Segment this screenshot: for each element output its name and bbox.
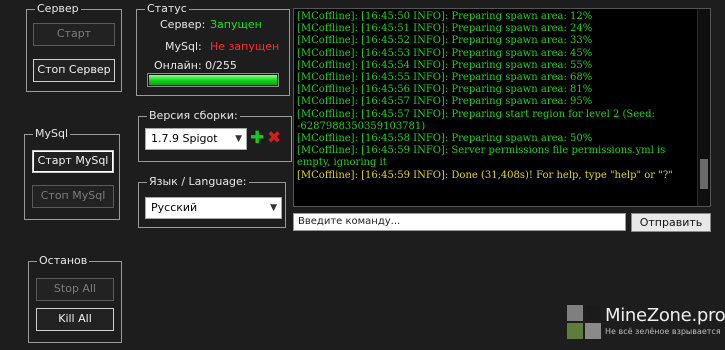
server-group-title: Сервер (35, 2, 81, 15)
language-title: Язык / Language: (147, 175, 249, 188)
shutdown-group: Останов Stop All Kill All (28, 254, 122, 343)
chevron-down-icon: ▼ (235, 134, 242, 144)
console-line: [MCoffline]: [16:45:50 INFO]: Preparing … (297, 11, 593, 22)
console-line: [MCoffline]: [16:45:57 INFO]: Preparing … (297, 108, 659, 132)
build-version-group: Версия сборки: 1.7.9 Spigot ▼ ✚ ✖ (138, 109, 292, 162)
server-start-button[interactable]: Старт (33, 23, 115, 46)
status-progress-fill (149, 75, 277, 85)
plus-icon[interactable]: ✚ (250, 130, 264, 147)
server-status-label: Сервер: (160, 18, 206, 31)
console-line: [MCoffline]: [16:45:52 INFO]: Preparing … (297, 35, 593, 47)
console-line: [MCoffline]: [16:45:56 INFO]: Preparing … (297, 84, 593, 96)
build-version-value: 1.7.9 Spigot (151, 132, 218, 145)
status-group-title: Статус (145, 2, 189, 15)
watermark-title: MineZone.pro (605, 305, 725, 326)
console-scrollbar[interactable] (697, 9, 710, 206)
console-line: [MCoffline]: [16:45:59 INFO]: Done (31,4… (297, 169, 673, 181)
watermark: MineZone.pro Не всё зелёное взрывается (567, 305, 725, 350)
mysql-stop-button[interactable]: Стоп MySql (32, 185, 114, 208)
console-line: [MCoffline]: [16:45:59 INFO]: Server per… (297, 145, 669, 169)
server-stop-button[interactable]: Стоп Сервер (33, 59, 115, 82)
build-version-select[interactable]: 1.7.9 Spigot ▼ (145, 128, 247, 150)
console-output[interactable]: [MCoffline]: [16:45:50 INFO]: Preparing … (293, 8, 711, 207)
mysql-status-label: MySql: (165, 40, 202, 53)
server-group: Сервер Старт Стоп Сервер (26, 2, 122, 92)
kill-all-button[interactable]: Kill All (36, 308, 114, 331)
console-lines: [MCoffline]: [16:45:50 INFO]: Preparing … (297, 11, 695, 182)
mysql-group: MySql Старт MySql Стоп MySql (24, 127, 120, 220)
command-input[interactable]: Введите команду... (293, 213, 626, 231)
console-line: [MCoffline]: [16:45:58 INFO]: Preparing … (297, 133, 593, 145)
minezone-logo-icon (567, 305, 601, 339)
console-line: [MCoffline]: [16:45:51 INFO]: Preparing … (297, 23, 593, 35)
mysql-group-title: MySql (33, 127, 71, 140)
shutdown-group-title: Останов (37, 254, 90, 267)
mysql-status-value: Не запущен (210, 40, 280, 53)
status-group: Статус Сервер: Запущен MySql: Не запущен… (136, 2, 290, 96)
console-line: [MCoffline]: [16:45:57 INFO]: Preparing … (297, 96, 593, 108)
watermark-subtitle: Не всё зелёное взрывается (605, 327, 721, 336)
console-line: [MCoffline]: [16:45:55 INFO]: Preparing … (297, 72, 593, 84)
server-status-value: Запущен (210, 18, 262, 31)
status-progress-bar (147, 73, 279, 87)
stop-all-button[interactable]: Stop All (36, 278, 114, 301)
online-count: Онлайн: 0/255 (154, 59, 237, 72)
close-icon[interactable]: ✖ (267, 130, 281, 147)
send-button[interactable]: Отправить (631, 213, 711, 232)
console-line: [MCoffline]: [16:45:54 INFO]: Preparing … (297, 59, 593, 71)
console-scrollbar-thumb[interactable] (700, 159, 708, 189)
language-value: Русский (151, 201, 198, 214)
language-select[interactable]: Русский ▼ (145, 197, 282, 219)
language-group: Язык / Language: Русский ▼ (138, 175, 286, 228)
mysql-start-button[interactable]: Старт MySql (32, 150, 114, 173)
console-line: [MCoffline]: [16:45:53 INFO]: Preparing … (297, 47, 593, 59)
build-version-title: Версия сборки: (147, 109, 240, 122)
chevron-down-icon: ▼ (270, 203, 277, 213)
